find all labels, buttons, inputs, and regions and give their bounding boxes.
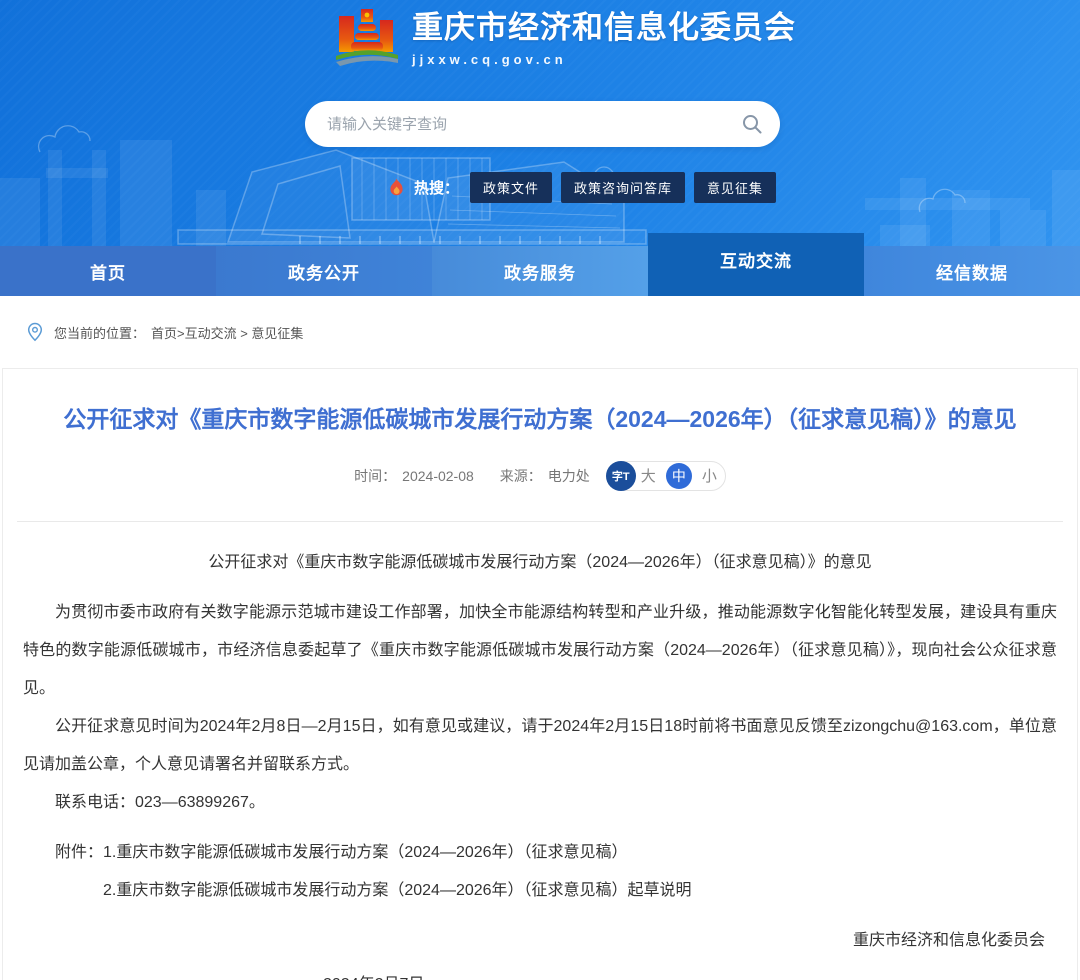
hero-banner: 重庆市经济和信息化委员会 jjxxw.cq.gov.cn 热搜： 政策文件 政策… [0, 0, 1080, 246]
search-input[interactable] [305, 116, 736, 133]
nav-tab-econ-data[interactable]: 经信数据 [864, 246, 1080, 296]
site-url: jjxxw.cq.gov.cn [412, 52, 796, 67]
nav-tab-interaction[interactable]: 互动交流 [648, 233, 864, 296]
divider [17, 521, 1063, 522]
attachments-label: 附件： [55, 844, 103, 861]
hot-search-opinion-collect[interactable]: 意见征集 [694, 172, 776, 203]
paragraph: 公开征求意见时间为2024年2月8日—2月15日，如有意见或建议，请于2024年… [23, 708, 1057, 784]
font-size-widget: 字T 大 中 小 [606, 461, 726, 491]
font-size-small-button[interactable]: 小 [702, 469, 717, 484]
search-icon[interactable] [736, 112, 780, 136]
meta-source-value: 电力处 [548, 466, 590, 486]
attachment-link-2[interactable]: 2.重庆市数字能源低碳城市发展行动方案（2024—2026年）（征求意见稿）起草… [23, 872, 1057, 910]
hot-search-label: 热搜： [414, 177, 459, 198]
hot-search-row: 热搜： 政策文件 政策咨询问答库 意见征集 [388, 172, 776, 203]
meta-time-label: 时间： [354, 466, 396, 486]
font-size-icon: 字T [606, 461, 636, 491]
meta-source-label: 来源： [500, 466, 542, 486]
site-logo-icon [334, 6, 400, 70]
nav-tab-home[interactable]: 首页 [0, 246, 216, 296]
hot-search-policy-qa[interactable]: 政策咨询问答库 [561, 172, 685, 203]
paragraph: 为贯彻市委市政府有关数字能源示范城市建设工作部署，加快全市能源结构转型和产业升级… [23, 594, 1057, 708]
main-nav: 首页 政务公开 政务服务 互动交流 经信数据 [0, 246, 1080, 296]
page-title: 公开征求对《重庆市数字能源低碳城市发展行动方案（2024—2026年）（征求意见… [27, 403, 1053, 435]
site-brand[interactable]: 重庆市经济和信息化委员会 jjxxw.cq.gov.cn [334, 6, 796, 70]
font-size-medium-button[interactable]: 中 [666, 463, 692, 489]
nav-tab-gov-disclosure[interactable]: 政务公开 [216, 246, 432, 296]
signature-date: 2024年2月7日 [23, 970, 1057, 980]
font-size-large-button[interactable]: 大 [641, 469, 656, 484]
article-meta: 时间： 2024-02-08 来源： 电力处 字T 大 中 小 [3, 461, 1077, 491]
article-body-heading: 公开征求对《重庆市数字能源低碳城市发展行动方案（2024—2026年）（征求意见… [23, 548, 1057, 578]
signature-org: 重庆市经济和信息化委员会 [23, 926, 1057, 956]
breadcrumb-prefix: 您当前的位置： [54, 323, 145, 342]
hot-search-policy-files[interactable]: 政策文件 [470, 172, 552, 203]
nav-tab-gov-services[interactable]: 政务服务 [432, 246, 648, 296]
breadcrumb-path[interactable]: 首页>互动交流 > 意见征集 [151, 323, 303, 342]
location-pin-icon [26, 322, 44, 342]
breadcrumb: 您当前的位置： 首页>互动交流 > 意见征集 [0, 296, 1080, 368]
meta-time-value: 2024-02-08 [402, 468, 474, 484]
article-container: 公开征求对《重庆市数字能源低碳城市发展行动方案（2024—2026年）（征求意见… [2, 368, 1078, 980]
search-bar [305, 101, 780, 147]
flame-icon [388, 178, 405, 198]
paragraph: 联系电话：023—63899267。 [23, 784, 1057, 822]
page: 重庆市经济和信息化委员会 jjxxw.cq.gov.cn 热搜： 政策文件 政策… [0, 0, 1080, 980]
attachment-link-1[interactable]: 附件：1.重庆市数字能源低碳城市发展行动方案（2024—2026年）（征求意见稿… [23, 834, 1057, 872]
site-title: 重庆市经济和信息化委员会 [412, 8, 796, 48]
article-body: 公开征求对《重庆市数字能源低碳城市发展行动方案（2024—2026年）（征求意见… [3, 548, 1077, 980]
